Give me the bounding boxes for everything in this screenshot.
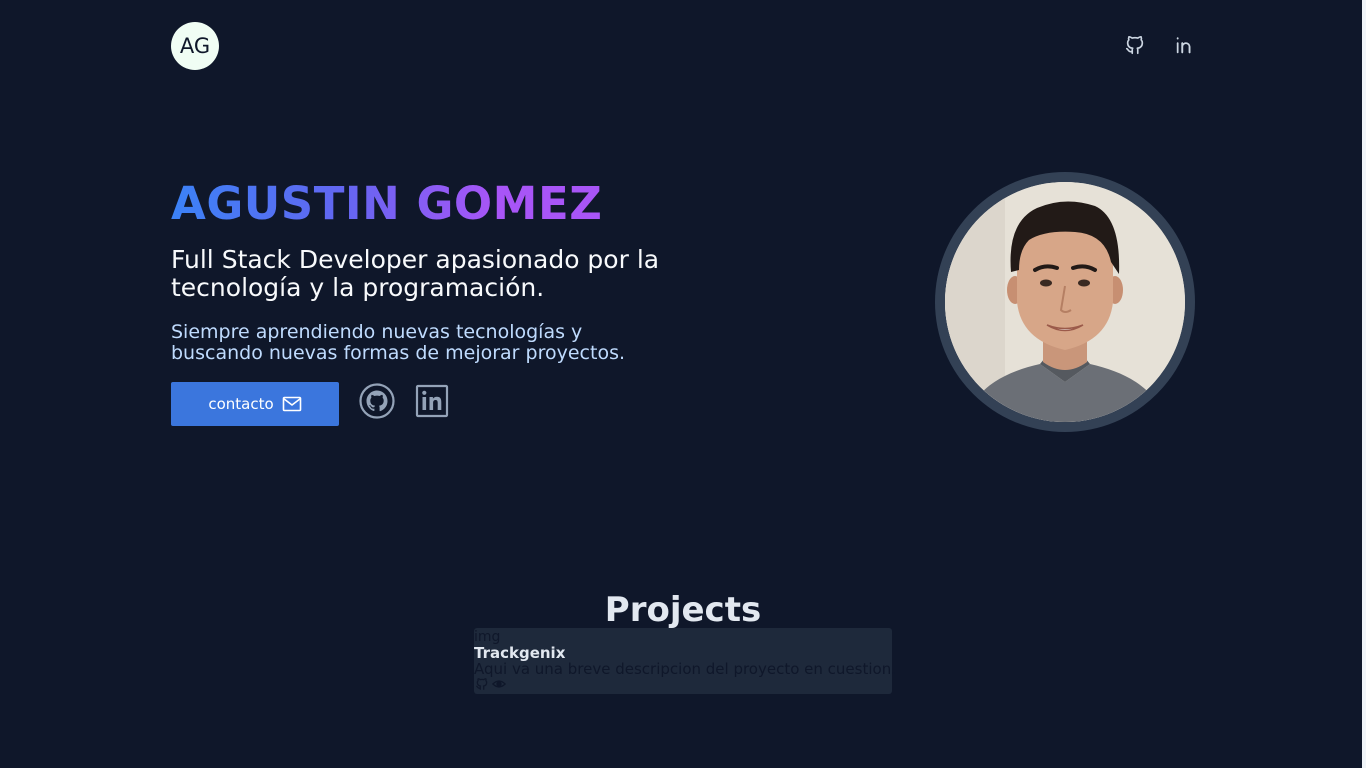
header-linkedin-link[interactable] [1174,34,1196,56]
project-description: Aqui va una breve descripcion del proyec… [474,660,896,678]
github-icon [476,678,488,690]
logo-text: AG [179,34,211,58]
hero-linkedin-link[interactable] [415,384,449,418]
project-image-placeholder: img [474,629,501,645]
header-github-link[interactable] [1124,34,1146,56]
project-links [474,677,507,691]
logo-avatar[interactable]: AG [171,22,219,70]
mail-icon [282,396,301,412]
hero-subtitle: Siempre aprendiendo nuevas tecnologías y… [171,321,626,364]
hero-name: AGUSTIN GOMEZ [171,177,603,230]
github-icon [359,383,395,419]
profile-portrait-illustration [945,182,1185,422]
contact-label: contacto [208,395,274,413]
github-icon [1125,35,1144,55]
linkedin-icon [415,384,449,418]
project-github-link[interactable] [474,677,490,691]
page-scrollbar[interactable] [1362,0,1366,768]
projects-title: Projects [604,590,762,630]
linkedin-icon [1176,37,1191,54]
project-demo-link[interactable] [491,677,507,691]
contact-button[interactable]: contacto [171,382,339,426]
hero-tagline: Full Stack Developer apasionado por la t… [171,245,660,302]
project-card[interactable]: img Trackgenix Aqui va una breve descrip… [474,628,896,694]
profile-photo [945,182,1185,422]
portfolio-page: AG AGUSTIN GOMEZ Full Stack Developer ap… [0,0,1366,768]
eye-icon [491,680,507,688]
hero-github-link[interactable] [358,382,396,420]
